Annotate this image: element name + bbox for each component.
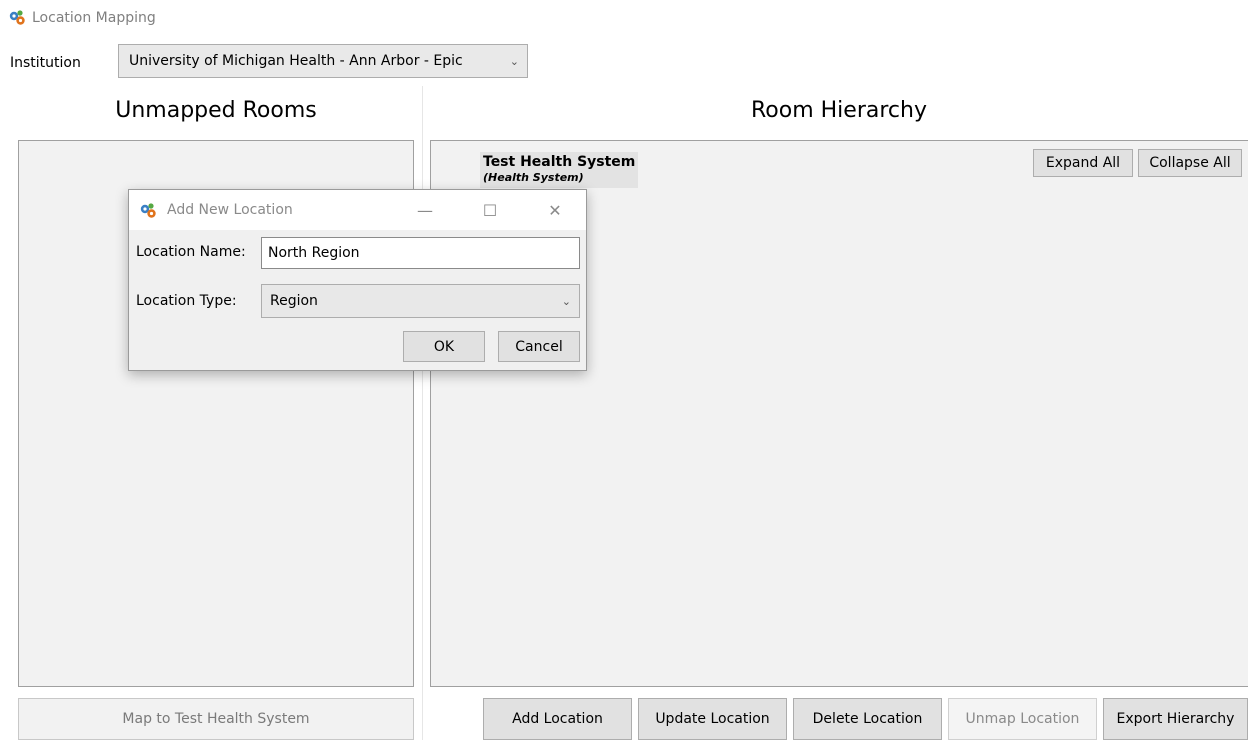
tree-node-type: (Health System) (483, 171, 584, 184)
add-location-button[interactable]: Add Location (483, 698, 632, 740)
window-title: Location Mapping (32, 10, 156, 26)
ok-button[interactable]: OK (403, 331, 485, 362)
unmapped-rooms-heading: Unmapped Rooms (115, 98, 317, 123)
map-to-health-system-button[interactable]: Map to Test Health System (18, 698, 414, 740)
update-location-button[interactable]: Update Location (638, 698, 787, 740)
chevron-down-icon: ⌄ (509, 54, 519, 68)
panel-splitter[interactable] (422, 86, 423, 740)
institution-dropdown[interactable]: University of Michigan Health - Ann Arbo… (118, 44, 528, 78)
chevron-down-icon: ⌄ (561, 294, 571, 308)
collapse-all-button[interactable]: Collapse All (1138, 149, 1242, 177)
tree-node-root[interactable]: Test Health System (Health System) (480, 152, 638, 188)
cancel-button[interactable]: Cancel (498, 331, 580, 362)
institution-dropdown-value: University of Michigan Health - Ann Arbo… (129, 53, 463, 69)
location-type-value: Region (270, 293, 318, 309)
delete-location-button[interactable]: Delete Location (793, 698, 942, 740)
unmap-location-button[interactable]: Unmap Location (948, 698, 1097, 740)
add-location-dialog: Add New Location — ☐ ✕ Location Name: Lo… (128, 189, 587, 371)
export-hierarchy-button[interactable]: Export Hierarchy (1103, 698, 1248, 740)
expand-all-button[interactable]: Expand All (1033, 149, 1133, 177)
gear-icon (140, 203, 156, 218)
dialog-title-bar[interactable]: Add New Location — ☐ ✕ (129, 190, 586, 230)
window-title-bar: Location Mapping (8, 6, 156, 30)
location-name-label: Location Name: (136, 244, 246, 260)
tree-node-name: Test Health System (483, 154, 636, 170)
minimize-icon[interactable]: — (410, 198, 440, 222)
institution-label: Institution (10, 55, 81, 71)
close-icon[interactable]: ✕ (540, 198, 570, 222)
room-hierarchy-heading: Room Hierarchy (751, 98, 927, 123)
dialog-title: Add New Location (167, 202, 293, 218)
location-type-label: Location Type: (136, 293, 237, 309)
maximize-icon[interactable]: ☐ (475, 198, 505, 222)
location-name-input[interactable] (261, 237, 580, 269)
location-type-dropdown[interactable]: Region ⌄ (261, 284, 580, 318)
gear-icon (9, 10, 25, 25)
